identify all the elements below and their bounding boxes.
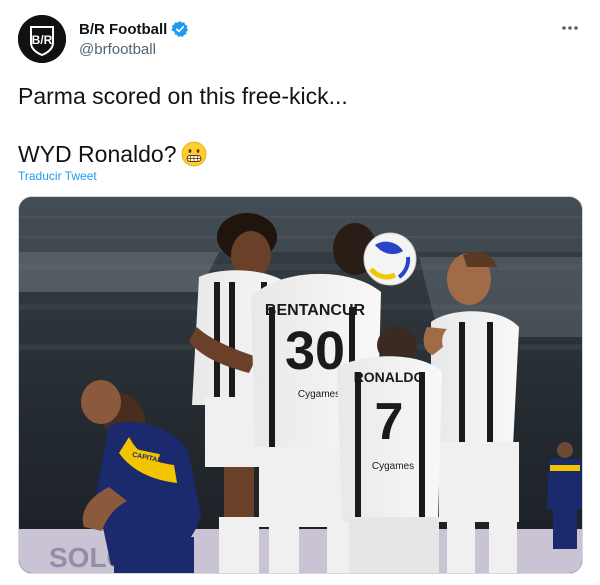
more-options-button[interactable] (558, 16, 582, 40)
tweet-line-2-wrap: WYD Ronaldo? (18, 140, 578, 174)
football-wall-photo: SOLO CAPITAN BENTANCUR 30 Cygames RONALD… (19, 197, 582, 573)
tweet-text: Parma scored on this free-kick... WYD Ro… (18, 82, 578, 174)
football (363, 232, 417, 286)
wall-player-ronaldo: RONALDO 7 Cygames (337, 327, 442, 573)
jersey-number-bentancur: 30 (285, 321, 345, 381)
tweet-photo[interactable]: SOLO CAPITAN BENTANCUR 30 Cygames RONALD… (18, 196, 583, 574)
jersey-sponsor-ronaldo: Cygames (372, 461, 414, 472)
translate-tweet-link[interactable]: Traducir Tweet (18, 169, 97, 183)
avatar-text: B/R (32, 33, 53, 47)
jersey-sponsor-bentancur: Cygames (298, 389, 340, 400)
grimacing-face-icon (181, 141, 207, 174)
display-name[interactable]: B/R Football (79, 21, 167, 38)
handle[interactable]: @brfootball (79, 41, 189, 58)
tweet-line-1: Parma scored on this free-kick... (18, 83, 348, 109)
tweet-line-2: WYD Ronaldo? (18, 141, 177, 167)
jersey-number-ronaldo: 7 (375, 393, 404, 451)
tweet-card: B/R B/R Football @brfootball Parma score… (0, 0, 600, 585)
br-logo-icon: B/R (18, 15, 66, 63)
more-horizontal-icon (562, 26, 578, 30)
author-block: B/R Football @brfootball (79, 19, 189, 58)
verified-badge-icon (171, 20, 189, 38)
jersey-name-ronaldo: RONALDO (354, 369, 425, 385)
jersey-name-bentancur: BENTANCUR (265, 302, 366, 319)
avatar[interactable]: B/R (18, 15, 66, 63)
